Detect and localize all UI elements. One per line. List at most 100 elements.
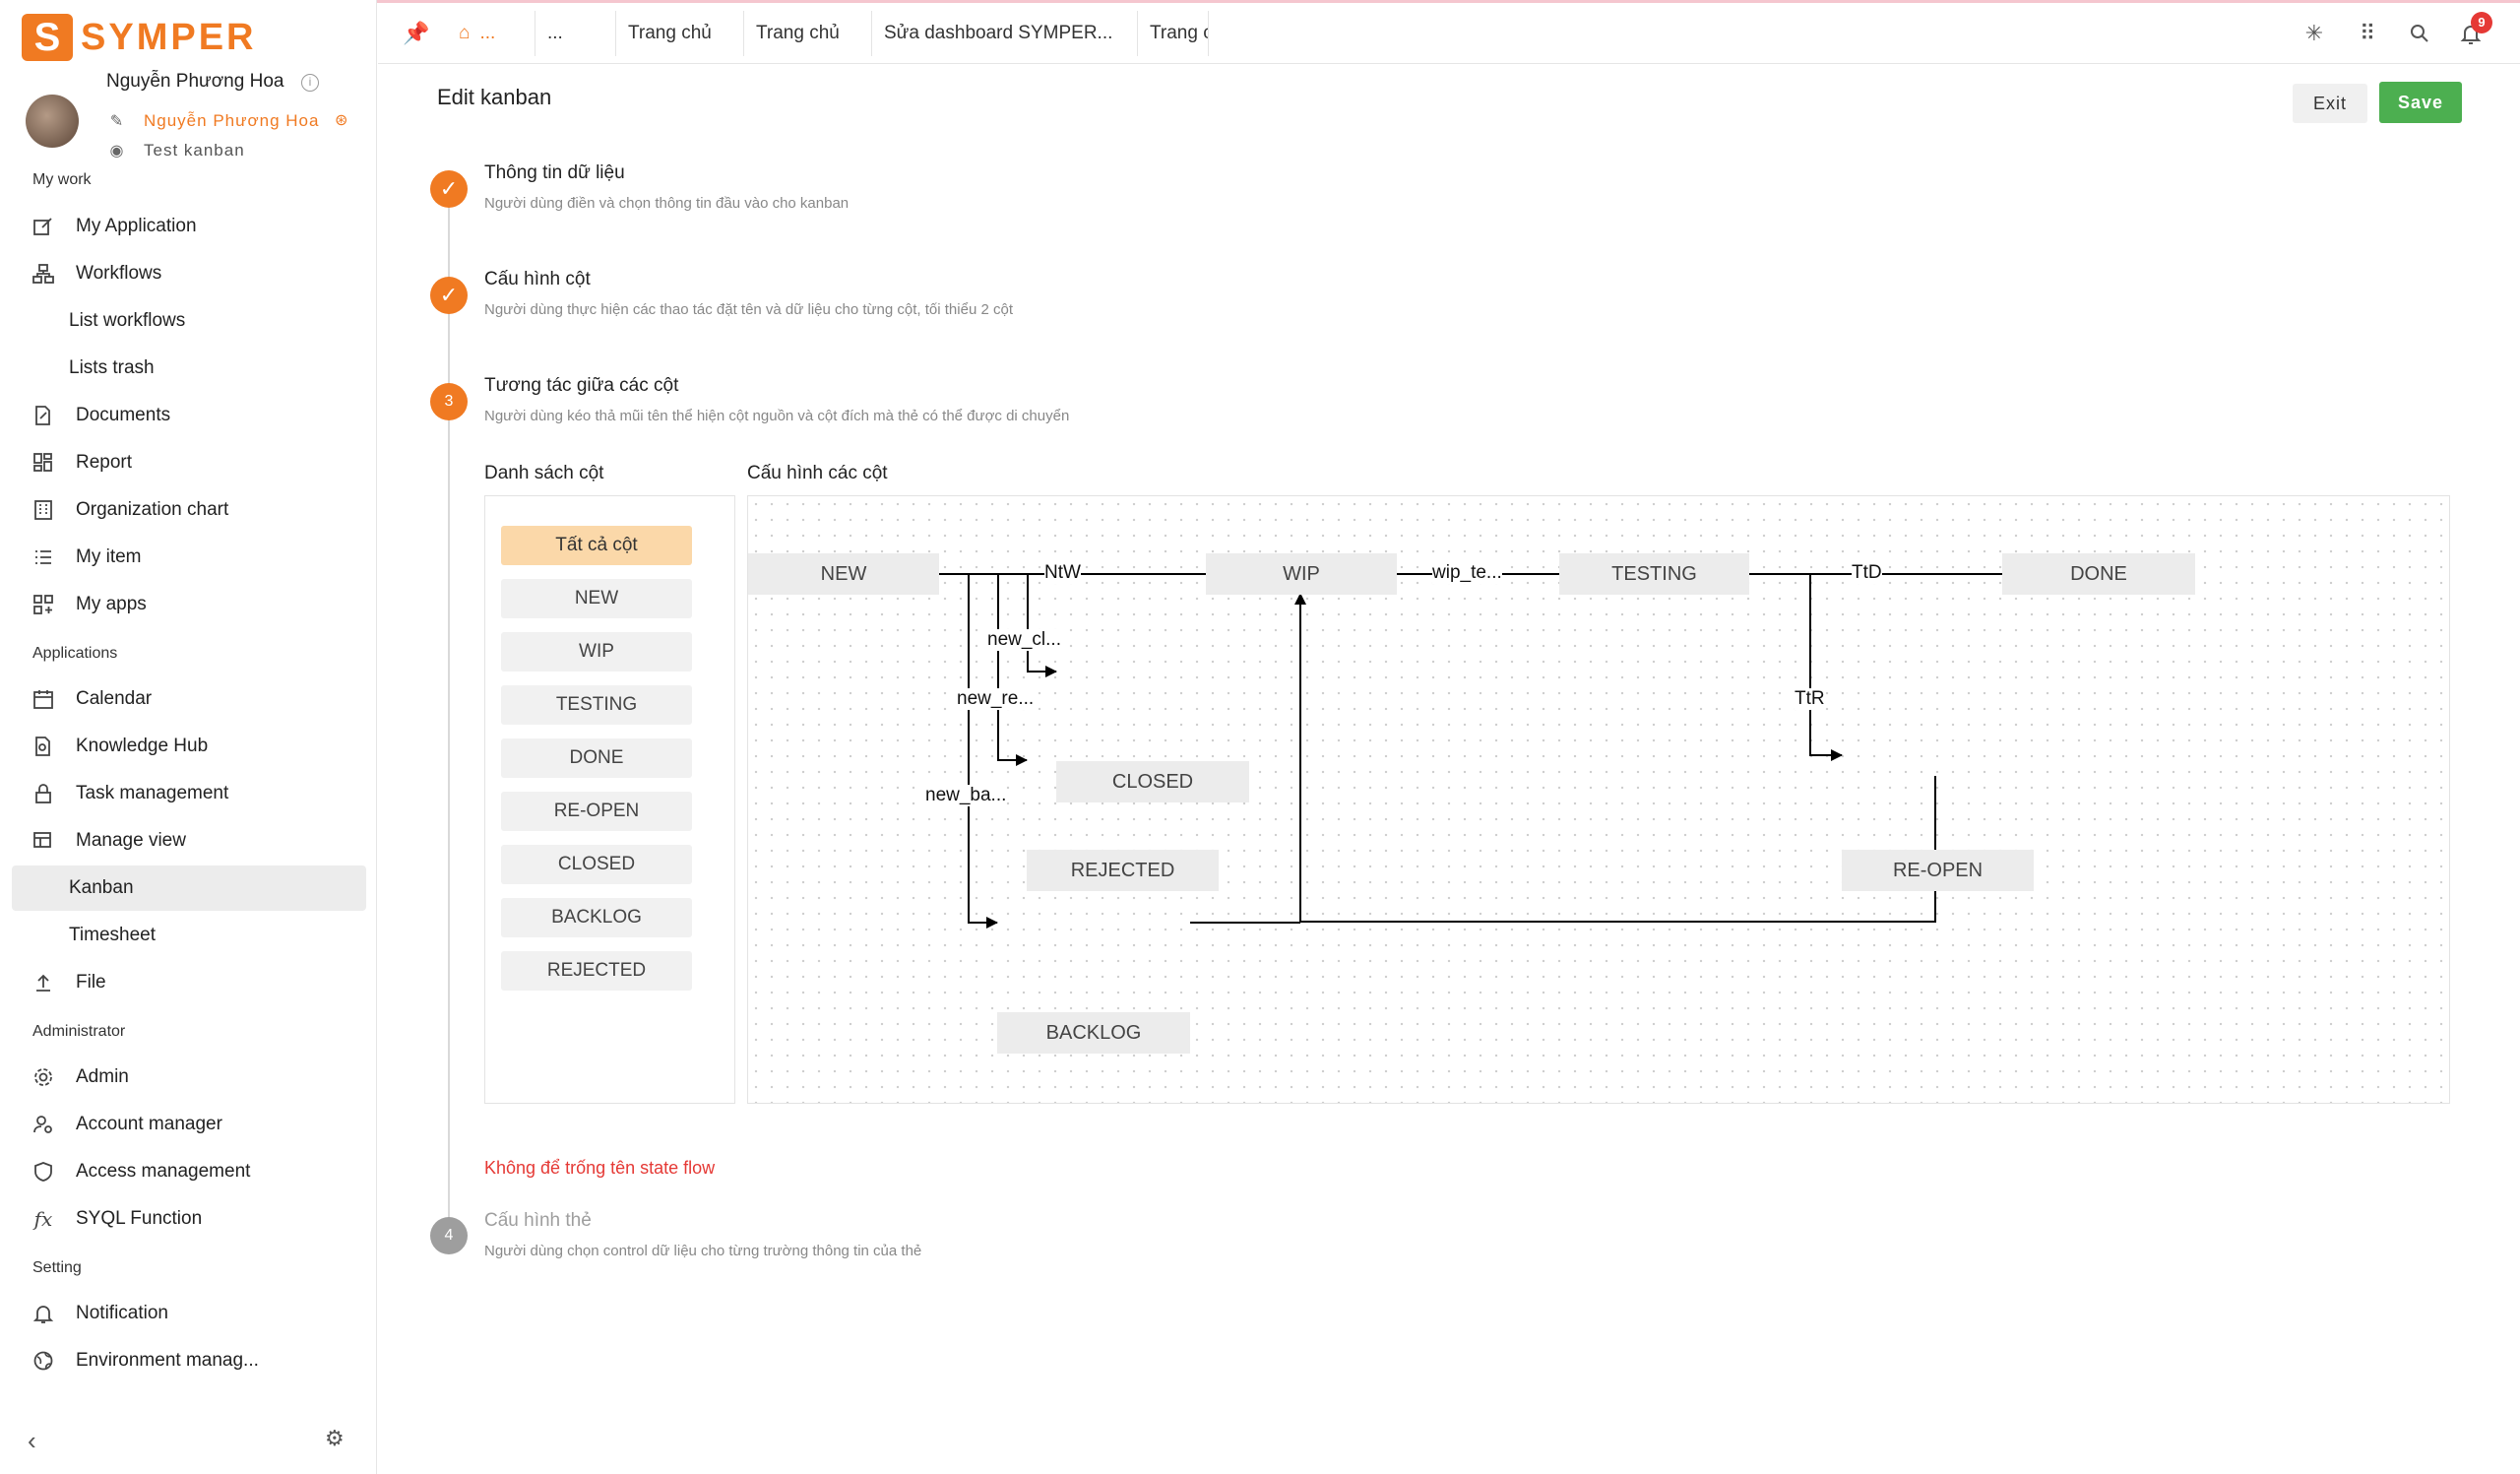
sidebar-item-label: Account manager — [76, 1114, 222, 1134]
sidebar-item-notification[interactable]: Notification — [12, 1291, 366, 1336]
calendar-icon — [31, 686, 56, 712]
flow-node-reopen[interactable]: RE-OPEN — [1842, 850, 2034, 891]
step-4-number[interactable]: 4 — [430, 1217, 468, 1254]
edit-square-icon — [31, 214, 56, 239]
sidebar-item-manage-view[interactable]: Manage view — [12, 818, 366, 864]
column-chip[interactable]: NEW — [501, 579, 692, 618]
snowflake-icon[interactable]: ✳ — [2300, 19, 2329, 48]
chevron-left-icon[interactable]: ‹ — [28, 1426, 36, 1456]
step-3-number[interactable]: 3 — [430, 383, 468, 420]
sidebar-item-report[interactable]: Report — [12, 440, 366, 485]
sidebar-item-label: Lists trash — [69, 357, 155, 378]
flow-node-rejected[interactable]: REJECTED — [1027, 850, 1219, 891]
save-button[interactable]: Save — [2379, 82, 2462, 123]
sidebar-item-my-application[interactable]: My Application — [12, 204, 366, 249]
sidebar-item-calendar[interactable]: Calendar — [12, 676, 366, 722]
flow-node-done[interactable]: DONE — [2002, 553, 2195, 595]
top-bar: 📌 ⌂ ... ... Trang chủ Trang chủ Sửa dash… — [378, 3, 2520, 64]
flow-node-backlog[interactable]: BACKLOG — [997, 1012, 1190, 1054]
step-3-title[interactable]: Tương tác giữa các cột — [484, 375, 678, 397]
sidebar-item-sql-function[interactable]: fx SYQL Function — [12, 1196, 366, 1242]
sidebar-item-environment[interactable]: Environment manag... — [12, 1338, 366, 1383]
settings-gear-icon[interactable]: ⚙ — [325, 1426, 345, 1451]
edge-label-new-re[interactable]: new_re... — [957, 688, 1035, 710]
flow-canvas[interactable]: NEW WIP TESTING DONE CLOSED REJECTED RE-… — [747, 495, 2450, 1104]
sidebar-item-label: Workflows — [76, 263, 162, 284]
list-icon — [31, 545, 56, 570]
edge-label-ttd[interactable]: TtD — [1852, 562, 1882, 584]
step-1-desc: Người dùng điền và chọn thông tin đầu và… — [484, 195, 850, 212]
sidebar-item-timesheet[interactable]: Timesheet — [12, 913, 366, 958]
column-chip-all[interactable]: Tất cả cột — [501, 526, 692, 565]
sidebar-item-label: Report — [76, 452, 133, 473]
flow-node-testing[interactable]: TESTING — [1559, 553, 1749, 595]
edge-label-wip-te[interactable]: wip_te... — [1432, 562, 1502, 584]
sidebar-item-lists-trash[interactable]: Lists trash — [12, 346, 366, 391]
error-message: Không để trống tên state flow — [484, 1158, 716, 1178]
sidebar-item-account-manager[interactable]: Account manager — [12, 1102, 366, 1147]
user-edit-icon: ✎ — [109, 113, 125, 130]
sidebar-item-kanban[interactable]: Kanban — [12, 865, 366, 911]
flow-node-closed[interactable]: CLOSED — [1056, 761, 1249, 802]
column-chip[interactable]: TESTING — [501, 685, 692, 725]
step-1-check-icon[interactable]: ✓ — [430, 170, 468, 208]
sidebar-item-workflows[interactable]: Workflows — [12, 251, 366, 296]
tab-label: Trang chủ — [756, 23, 840, 43]
edge-label-ntw[interactable]: NtW — [1044, 562, 1081, 584]
sidebar-item-my-item[interactable]: My item — [12, 535, 366, 580]
step-3-desc: Người dùng kéo thả mũi tên thể hiện cột … — [484, 408, 1070, 424]
flow-node-new[interactable]: NEW — [748, 553, 939, 595]
sidebar-item-label: Environment manag... — [76, 1350, 259, 1371]
pin-icon[interactable]: 📌 — [402, 19, 431, 48]
columns-list: Tất cả cột NEW WIP TESTING DONE RE-OPEN … — [484, 495, 735, 1104]
role-secondary[interactable]: ◉ Test kanban — [106, 140, 245, 161]
sidebar-item-list-workflows[interactable]: List workflows — [12, 298, 366, 344]
page-title: Edit kanban — [437, 85, 552, 109]
column-chip[interactable]: BACKLOG — [501, 898, 692, 937]
tab-2[interactable]: ... — [536, 11, 616, 56]
exit-button[interactable]: Exit — [2293, 84, 2367, 123]
avatar[interactable] — [26, 95, 79, 148]
tab-5[interactable]: Sửa dashboard SYMPER... — [872, 11, 1138, 56]
sidebar-item-organization-chart[interactable]: Organization chart — [12, 487, 366, 533]
sidebar-item-task-management[interactable]: Task management — [12, 771, 366, 816]
tab-6[interactable]: Trang c — [1138, 11, 1209, 56]
sidebar-item-label: Admin — [76, 1066, 129, 1087]
step-1-title[interactable]: Thông tin dữ liệu — [484, 162, 625, 184]
apps-grid-icon[interactable]: ⠿ — [2353, 19, 2382, 48]
flow-node-wip[interactable]: WIP — [1206, 553, 1397, 595]
sidebar-item-my-apps[interactable]: My apps — [12, 582, 366, 627]
sidebar-item-label: Calendar — [76, 688, 153, 709]
sidebar-item-label: Knowledge Hub — [76, 736, 209, 756]
user-gear-icon — [31, 1112, 56, 1137]
info-icon[interactable]: i — [301, 74, 319, 92]
step-4-title[interactable]: Cấu hình thẻ — [484, 1210, 592, 1232]
table-edit-icon — [31, 828, 56, 854]
tab-home[interactable]: ⌂ ... — [447, 11, 536, 56]
step-2-check-icon[interactable]: ✓ — [430, 277, 468, 314]
column-chip[interactable]: REJECTED — [501, 951, 692, 991]
step-2-title[interactable]: Cấu hình cột — [484, 269, 591, 290]
edge-label-ttr[interactable]: TtR — [1795, 688, 1825, 710]
column-chip[interactable]: DONE — [501, 738, 692, 778]
column-chip[interactable]: WIP — [501, 632, 692, 672]
edge-new-rejected — [997, 574, 1028, 766]
sidebar-item-label: Access management — [76, 1161, 251, 1182]
search-icon[interactable] — [2405, 19, 2434, 48]
role-secondary-label: Test kanban — [144, 141, 245, 160]
role-primary[interactable]: ✎ Nguyễn Phương Hoa — [106, 110, 319, 132]
edge-label-new-cl[interactable]: new_cl... — [987, 629, 1061, 651]
column-chip[interactable]: CLOSED — [501, 845, 692, 884]
tab-label: ... — [547, 23, 563, 43]
tab-3[interactable]: Trang chủ — [616, 11, 744, 56]
edge-label-new-ba[interactable]: new_ba... — [925, 785, 1007, 806]
symper-logo[interactable]: S SYMPER — [22, 14, 256, 61]
sidebar-item-documents[interactable]: Documents — [12, 393, 366, 438]
sidebar-item-knowledge-hub[interactable]: Knowledge Hub — [12, 724, 366, 769]
tab-4[interactable]: Trang chủ — [744, 11, 872, 56]
sidebar-item-file[interactable]: File — [12, 960, 366, 1005]
column-chip[interactable]: RE-OPEN — [501, 792, 692, 831]
logo-mark: S — [22, 14, 73, 61]
sidebar-item-access-management[interactable]: Access management — [12, 1149, 366, 1194]
sidebar-item-admin[interactable]: Admin — [12, 1055, 366, 1100]
